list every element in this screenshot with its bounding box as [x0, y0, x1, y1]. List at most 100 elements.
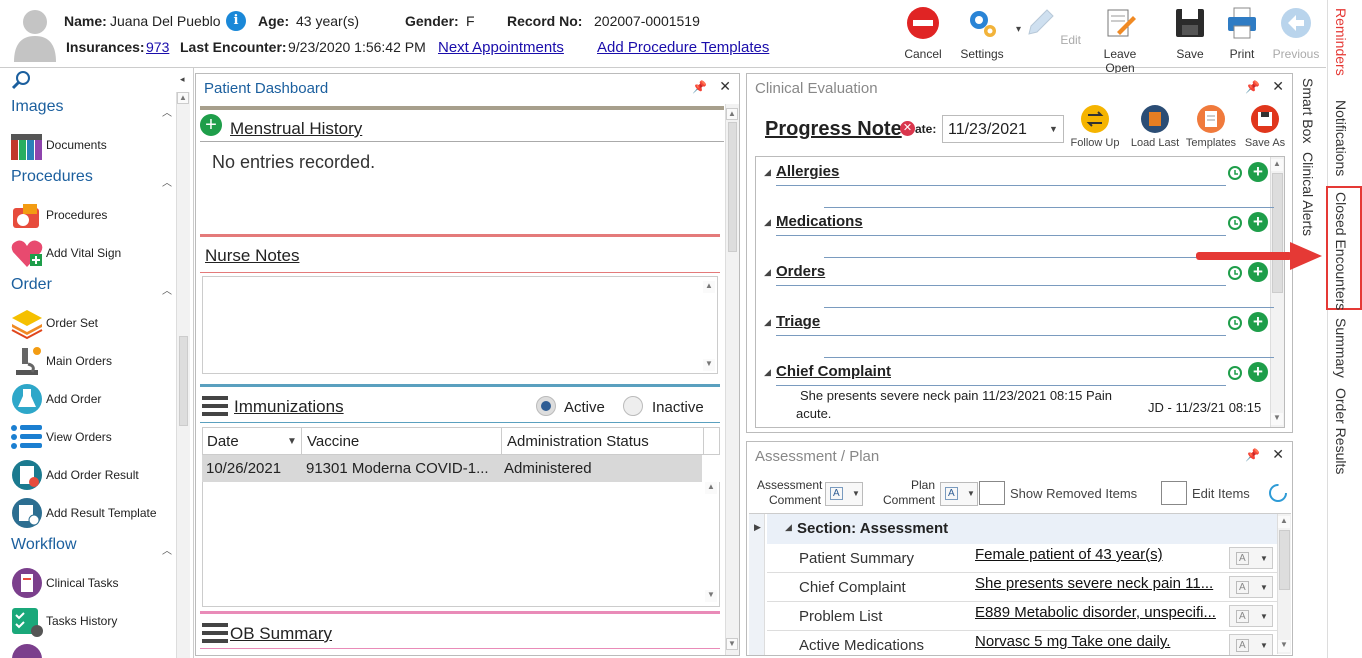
- scroll-up-icon[interactable]: ▲: [177, 92, 189, 104]
- chevron-up-icon[interactable]: ︿: [162, 174, 172, 189]
- info-icon[interactable]: i: [226, 11, 246, 31]
- remove-icon[interactable]: ✕: [900, 121, 915, 136]
- section-allergies[interactable]: ◢ Allergies +: [764, 161, 1274, 211]
- table-row[interactable]: 10/26/2021 91301 Moderna COVID-1... Admi…: [202, 455, 702, 482]
- chevron-down-icon[interactable]: ▼: [1049, 124, 1058, 134]
- refresh-icon[interactable]: [1267, 482, 1289, 504]
- sidebar-item-procedures[interactable]: Procedures: [10, 198, 180, 232]
- column-header-status[interactable]: Administration Status: [507, 433, 649, 450]
- text-format-dropdown[interactable]: A ▼: [1229, 605, 1273, 627]
- scroll-up-icon[interactable]: ▲: [726, 108, 738, 120]
- scroll-down-icon[interactable]: ▼: [703, 359, 715, 371]
- tab-order-results[interactable]: Order Results: [1333, 388, 1349, 474]
- sidebar-item-add-result-template[interactable]: Add Result Template: [10, 496, 180, 530]
- add-icon[interactable]: +: [1248, 162, 1268, 182]
- sidebar-item-view-orders[interactable]: View Orders: [10, 420, 180, 454]
- plan-comment-button[interactable]: A ▼: [940, 482, 978, 506]
- sidebar-item-order-set[interactable]: Order Set: [10, 306, 180, 340]
- inactive-radio[interactable]: [623, 396, 643, 416]
- nurse-notes-textarea[interactable]: ▲ ▼: [202, 276, 718, 374]
- chevron-up-icon[interactable]: ︿: [162, 282, 172, 297]
- column-header-vaccine[interactable]: Vaccine: [307, 433, 359, 450]
- sidebar-item-clinical-tasks[interactable]: Clinical Tasks: [10, 566, 180, 600]
- sidebar-item-main-orders[interactable]: Main Orders: [10, 344, 180, 378]
- sidebar-scroll-thumb[interactable]: [179, 336, 188, 426]
- previous-button[interactable]: Previous: [1266, 6, 1326, 61]
- pin-icon[interactable]: 📌: [692, 80, 707, 94]
- show-removed-checkbox[interactable]: [979, 481, 1005, 505]
- chevron-up-icon[interactable]: ︿: [162, 104, 172, 119]
- edit-button[interactable]: Edit: [1022, 6, 1082, 47]
- edit-items-checkbox[interactable]: [1161, 481, 1187, 505]
- text-format-dropdown[interactable]: A ▼: [1229, 634, 1273, 655]
- assessment-scrollbar[interactable]: ▲ ▼: [1277, 514, 1291, 654]
- scroll-down-icon[interactable]: ▼: [726, 638, 738, 650]
- scroll-down-icon[interactable]: ▼: [705, 590, 717, 602]
- menu-icon[interactable]: [202, 623, 228, 643]
- save-button[interactable]: Save: [1160, 6, 1220, 61]
- save-as-button[interactable]: Save As: [1237, 104, 1292, 149]
- sections-scrollbar[interactable]: ▲ ▼: [1270, 157, 1284, 427]
- section-triage[interactable]: ◢ Triage +: [764, 311, 1274, 361]
- close-icon[interactable]: ✕: [1272, 78, 1284, 94]
- active-radio[interactable]: [536, 396, 556, 416]
- table-row[interactable]: Active Medications Norvasc 5 mg Take one…: [767, 631, 1277, 655]
- alarm-clock-icon[interactable]: [1227, 214, 1243, 230]
- table-row[interactable]: Chief Complaint She presents severe neck…: [767, 573, 1277, 602]
- column-header-date[interactable]: Date: [207, 433, 239, 450]
- tab-summary[interactable]: Summary: [1333, 318, 1349, 378]
- cancel-button[interactable]: Cancel: [893, 6, 953, 61]
- alarm-clock-icon[interactable]: [1227, 364, 1243, 380]
- chevron-up-icon[interactable]: ︿: [162, 542, 172, 557]
- sidebar-item-documents[interactable]: Documents: [10, 128, 180, 162]
- expand-icon[interactable]: ▶: [754, 522, 761, 533]
- order-section[interactable]: Order: [11, 276, 52, 294]
- sidebar-item-add-order[interactable]: Add Order: [10, 382, 180, 416]
- pin-icon[interactable]: 📌: [1245, 80, 1260, 94]
- tab-closed-encounters[interactable]: Closed Encounters: [1333, 192, 1349, 310]
- alarm-clock-icon[interactable]: [1227, 314, 1243, 330]
- pin-icon[interactable]: 📌: [1245, 448, 1260, 462]
- workflow-section[interactable]: Workflow: [11, 536, 77, 554]
- scroll-thumb[interactable]: [728, 122, 737, 252]
- leave-open-button[interactable]: Leave Open: [1090, 6, 1150, 75]
- add-icon[interactable]: +: [200, 114, 222, 136]
- section-orders[interactable]: ◢ Orders +: [764, 261, 1274, 311]
- settings-button[interactable]: Settings: [952, 6, 1012, 61]
- alarm-clock-icon[interactable]: [1227, 164, 1243, 180]
- templates-button[interactable]: Templates: [1183, 104, 1239, 149]
- tab-notifications[interactable]: Notifications: [1333, 100, 1349, 176]
- scroll-down-icon[interactable]: ▼: [1278, 640, 1290, 652]
- section-medications[interactable]: ◢ Medications +: [764, 211, 1274, 261]
- load-last-button[interactable]: Load Last: [1127, 104, 1183, 149]
- insurances-link[interactable]: 973: [146, 39, 169, 55]
- tab-smart-box[interactable]: Smart Box: [1300, 78, 1316, 143]
- scroll-up-icon[interactable]: ▲: [1271, 159, 1283, 171]
- next-appointments-link[interactable]: Next Appointments: [438, 39, 564, 56]
- date-picker[interactable]: 11/23/2021 ▼: [942, 115, 1064, 143]
- follow-up-button[interactable]: Follow Up: [1067, 104, 1123, 149]
- assessment-comment-button[interactable]: A ▼: [825, 482, 863, 506]
- section-chief-complaint[interactable]: ◢ Chief Complaint + She presents severe n…: [764, 361, 1268, 425]
- add-procedure-templates-link[interactable]: Add Procedure Templates: [597, 39, 769, 56]
- section-assessment-row[interactable]: ◢ Section: Assessment: [767, 514, 1277, 544]
- scroll-down-icon[interactable]: ▼: [1271, 413, 1283, 425]
- procedures-section[interactable]: Procedures: [11, 168, 93, 186]
- text-format-dropdown[interactable]: A ▼: [1229, 576, 1273, 598]
- tab-clinical-alerts[interactable]: Clinical Alerts: [1300, 152, 1316, 236]
- add-icon[interactable]: +: [1248, 362, 1268, 382]
- add-icon[interactable]: +: [1248, 212, 1268, 232]
- search-icon[interactable]: [11, 70, 31, 90]
- sidebar-item-tasks-history[interactable]: Tasks History: [10, 604, 180, 638]
- print-button[interactable]: Print: [1212, 6, 1272, 61]
- scroll-up-icon[interactable]: ▲: [705, 482, 717, 494]
- text-format-dropdown[interactable]: A ▼: [1229, 547, 1273, 569]
- images-section[interactable]: Images: [11, 98, 63, 116]
- scroll-thumb[interactable]: [1272, 173, 1283, 293]
- tab-reminders[interactable]: Reminders: [1333, 8, 1349, 76]
- close-icon[interactable]: ✕: [1272, 446, 1284, 462]
- table-row[interactable]: Problem List E889 Metabolic disorder, un…: [767, 602, 1277, 631]
- sidebar-item-add-order-result[interactable]: Add Order Result: [10, 458, 180, 492]
- dashboard-scrollbar[interactable]: ▲ ▼: [725, 104, 739, 655]
- table-row[interactable]: Patient Summary Female patient of 43 yea…: [767, 544, 1277, 573]
